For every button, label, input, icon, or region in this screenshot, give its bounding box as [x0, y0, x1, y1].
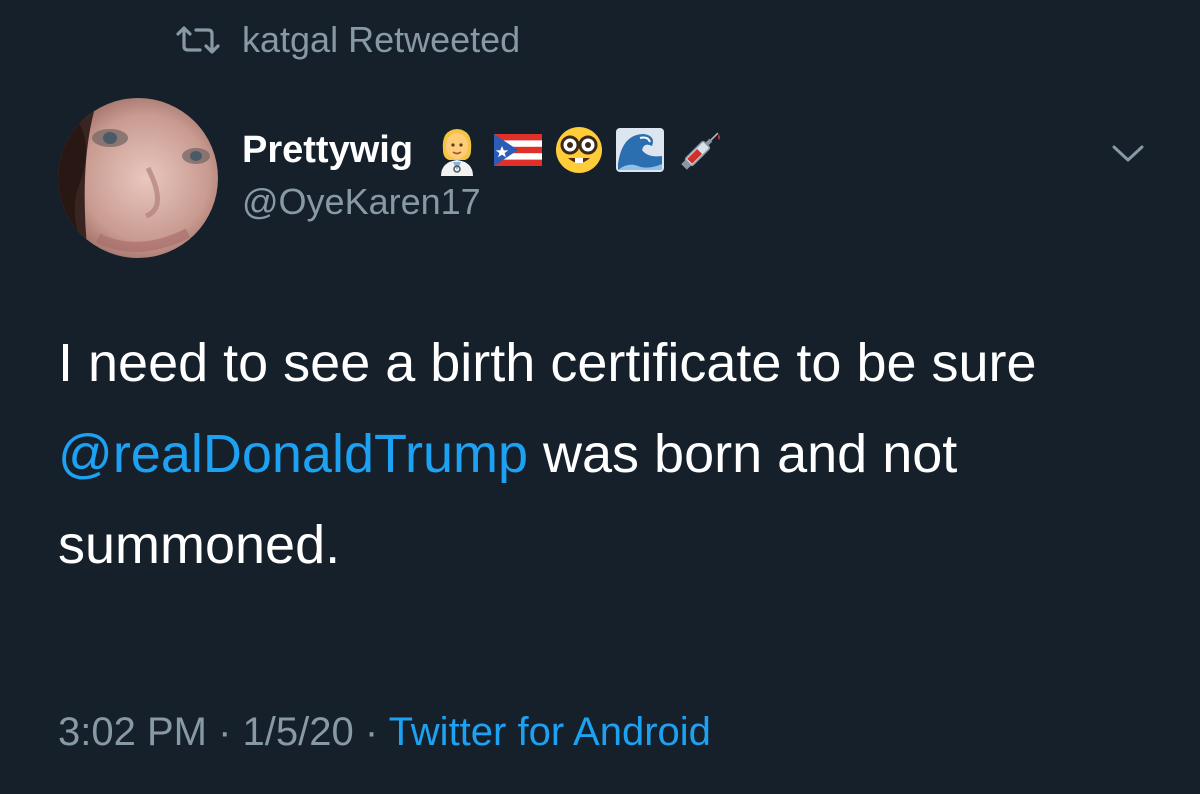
chevron-down-icon[interactable] — [1108, 138, 1148, 168]
retweet-label: katgal Retweeted — [242, 19, 521, 60]
meta-separator: · — [353, 710, 389, 754]
tweet-time[interactable]: 3:02 PM — [58, 710, 207, 754]
woman-health-worker-emoji — [431, 124, 483, 176]
water-wave-emoji — [614, 124, 666, 176]
display-name: Prettywig — [242, 128, 414, 171]
name-emojis — [431, 124, 736, 176]
tweet-text: I need to see a birth certificate to be … — [58, 318, 1168, 591]
author-handle[interactable]: @OyeKaren17 — [242, 181, 481, 223]
puerto-rico-flag-emoji — [492, 124, 544, 176]
retweet-icon — [176, 24, 220, 56]
tweet-source-link[interactable]: Twitter for Android — [389, 710, 711, 754]
tweet-date[interactable]: 1/5/20 — [243, 710, 354, 754]
mention-link[interactable]: @realDonaldTrump — [58, 424, 528, 484]
retweet-context[interactable]: katgal Retweeted — [176, 18, 520, 62]
author-name-row[interactable]: Prettywig — [242, 122, 736, 178]
tweet-text-part1: I need to see a birth certificate to be … — [58, 333, 1037, 393]
meta-separator: · — [206, 710, 243, 754]
avatar[interactable] — [58, 98, 218, 258]
syringe-emoji — [675, 124, 727, 176]
tweet-meta: 3:02 PM · 1/5/20 · Twitter for Android — [58, 710, 711, 755]
nerd-face-emoji — [553, 124, 605, 176]
